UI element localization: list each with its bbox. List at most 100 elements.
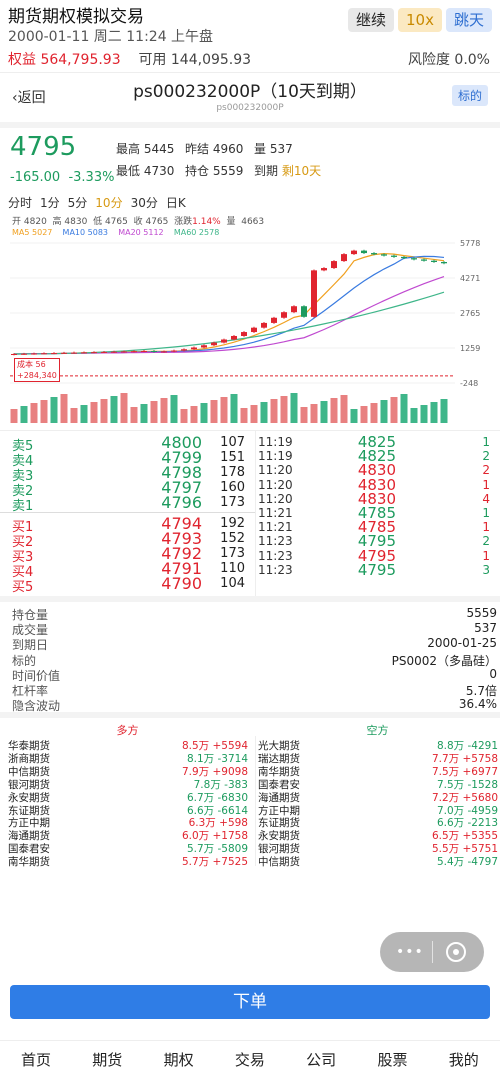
trade-time: 11:21 (258, 506, 293, 520)
short-row: 东证期货 6.6万 -2213 (258, 815, 498, 829)
candle-body (171, 350, 177, 352)
candle-body (131, 351, 137, 353)
nav-item-1[interactable]: 期货 (77, 1049, 137, 1070)
volume-bar (20, 406, 28, 423)
mini-program-capsule[interactable]: ••• (380, 932, 484, 972)
volume-bar (410, 408, 418, 423)
trade-time: 11:23 (258, 562, 293, 577)
period-tab-4[interactable]: 30分 (131, 196, 158, 210)
trade-time: 11:20 (258, 491, 293, 506)
kline-chart[interactable]: 分时 1分 5分 10分 30分 日K 开 4820 高 4830 低 4765 收 47… (0, 190, 500, 430)
candle-body (291, 306, 297, 313)
long-row: 浙商期货 8.1万 -3714 (8, 751, 248, 765)
short-row: 方正中期 7.0万 -4959 (258, 803, 498, 817)
trade-volume: 1 (482, 477, 490, 492)
info-value: 36.4% (458, 697, 497, 712)
y-tick-label: 4271 (460, 274, 480, 283)
volume-bar (240, 408, 248, 423)
long-row: 东证期货 6.6万 -6614 (8, 803, 248, 817)
trade-volume: 2 (482, 534, 490, 549)
candle-body (241, 332, 247, 336)
volume-bar (350, 409, 358, 423)
ask-row: 卖5 4800 107 (0, 435, 255, 455)
period-tab-2[interactable]: 5分 (68, 196, 88, 210)
quote-summary: 4795 -165.00 -3.33% 最高 5445 昨结 4960 量 53… (0, 122, 500, 190)
candle-body (401, 256, 407, 259)
nav-item-4[interactable]: 公司 (291, 1049, 351, 1070)
volume-bar (330, 398, 338, 423)
period-tab-0[interactable]: 分时 (8, 196, 32, 210)
trade-volume: 1 (482, 520, 490, 535)
candle-body (271, 317, 277, 323)
candle-body (251, 327, 257, 333)
skip-day-button[interactable]: 跳天 (446, 8, 493, 32)
volume-bar (130, 407, 138, 423)
period-tabs: 分时 1分 5分 10分 30分 日K (8, 194, 194, 211)
candle-body (351, 250, 357, 255)
datetime: 2000-01-11 周二 11:24 上午盘 (8, 29, 214, 45)
info-key: 持仓量 (12, 608, 49, 622)
info-value: 2000-01-25 (427, 636, 497, 651)
trade-volume: 1 (482, 435, 490, 449)
ask-volume: 160 (220, 480, 245, 495)
volume-bar (340, 395, 348, 423)
short-row: 光大期货 8.8万 -4291 (258, 738, 498, 752)
candle-body (201, 345, 207, 348)
more-icon[interactable]: ••• (396, 944, 424, 960)
long-row: 华泰期货 8.5万 +5594 (8, 738, 248, 752)
volume-bar (40, 400, 48, 423)
volume-bar (80, 405, 88, 423)
volume-bar (230, 394, 238, 423)
candle-body (331, 261, 337, 269)
trade-volume: 4 (482, 491, 490, 506)
nav-item-5[interactable]: 股票 (363, 1049, 423, 1070)
ask-price: 4796 (161, 493, 202, 512)
candle-body (91, 352, 97, 354)
info-row: 时间价值 0 (12, 667, 497, 683)
contract-header: ‹返回 ps000232000P（10天到期） ps000232000P 标的 (0, 72, 500, 120)
ma-line-1 (13, 255, 445, 355)
nav-item-6[interactable]: 我的 (434, 1049, 494, 1070)
candle-body (231, 335, 237, 340)
trade-volume: 2 (482, 449, 490, 464)
close-circle-icon[interactable] (446, 942, 466, 962)
candle-body (101, 351, 107, 353)
volume-bar (10, 409, 18, 423)
bid-label: 买5 (12, 580, 34, 595)
y-tick-label: -248 (460, 379, 478, 388)
trade-time: 11:23 (258, 534, 293, 549)
volume-bar (390, 397, 398, 423)
bid-row: 买4 4791 110 (0, 561, 255, 581)
candle-body (361, 250, 367, 254)
volume-bar (150, 401, 158, 423)
volume-bar (50, 397, 58, 423)
position-amount: 5.7万 +7525 (181, 856, 248, 869)
volume-bar (380, 400, 388, 423)
period-tab-5[interactable]: 日K (166, 196, 186, 210)
place-order-button[interactable]: 下单 (10, 985, 490, 1019)
candle-body (161, 351, 167, 353)
bid-row: 买2 4793 152 (0, 531, 255, 551)
volume-bar (300, 407, 308, 423)
nav-item-0[interactable]: 首页 (6, 1049, 66, 1070)
bid-volume: 110 (220, 561, 245, 576)
continue-button[interactable]: 继续 (348, 8, 395, 32)
info-key: 成交量 (12, 623, 49, 638)
speed-button[interactable]: 10x (398, 8, 442, 32)
period-tab-1[interactable]: 1分 (40, 196, 60, 210)
divider (255, 431, 256, 596)
top-bar: 期货期权模拟交易 继续 10x 跳天 2000-01-11 周二 11:24 上… (0, 0, 500, 72)
info-row: 到期日 2000-01-25 (12, 636, 497, 652)
candle-body (421, 259, 427, 261)
last-price: 4795 (10, 132, 77, 162)
long-row: 国泰君安 5.7万 -5809 (8, 841, 248, 855)
nav-item-2[interactable]: 期权 (149, 1049, 209, 1070)
nav-item-3[interactable]: 交易 (220, 1049, 280, 1070)
long-row: 南华期货 5.7万 +7525 (8, 854, 248, 869)
candle-body (341, 254, 347, 262)
period-tab-3[interactable]: 10分 (95, 196, 122, 210)
contract-info: 持仓量 5559 成交量 537 到期日 2000-01-25 标的 PS0002（多晶硅）时… (0, 596, 500, 713)
candle-body (381, 254, 387, 256)
volume-bar (280, 396, 288, 423)
underlying-tag[interactable]: 标的 (452, 85, 489, 106)
